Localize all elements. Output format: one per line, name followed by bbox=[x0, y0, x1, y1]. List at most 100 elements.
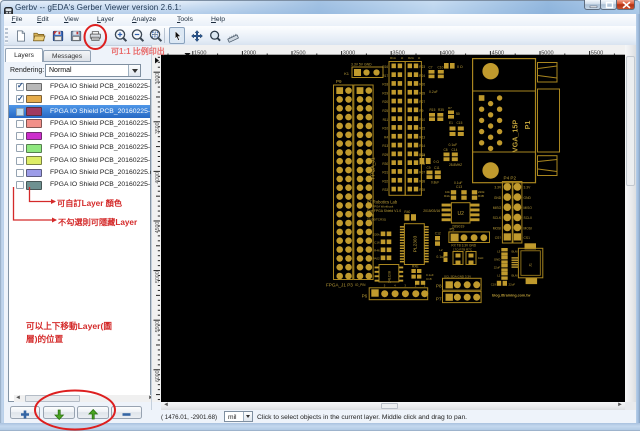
svg-text:See FPGA Shield V1.0: See FPGA Shield V1.0 bbox=[367, 209, 401, 213]
svg-text:L2: L2 bbox=[439, 248, 443, 252]
svg-text:P8: P8 bbox=[436, 284, 442, 289]
svg-text:FPGA_J1: FPGA_J1 bbox=[371, 157, 377, 179]
svg-text:0 Ω: 0 Ω bbox=[434, 160, 440, 164]
svg-text:CS1: CS1 bbox=[524, 236, 531, 240]
svg-text:R24: R24 bbox=[419, 74, 425, 78]
svg-text:R1A: R1A bbox=[390, 56, 396, 60]
svg-text:Ω: Ω bbox=[418, 56, 421, 60]
svg-text:0.1uF: 0.1uF bbox=[436, 255, 445, 259]
svg-text:R30: R30 bbox=[382, 162, 388, 166]
svg-text:P5: P5 bbox=[450, 227, 456, 232]
svg-text:C7: C7 bbox=[429, 66, 433, 70]
svg-text:R37: R37 bbox=[419, 171, 425, 175]
svg-text:R29: R29 bbox=[382, 153, 388, 157]
svg-text:P4 P2: P4 P2 bbox=[504, 176, 517, 181]
svg-text:R4: R4 bbox=[384, 135, 388, 139]
svg-text:C12: C12 bbox=[435, 232, 441, 236]
svg-text:5: 5 bbox=[384, 284, 386, 288]
svg-text:E1: E1 bbox=[449, 121, 453, 125]
svg-text:22030ITCR3Ω: 22030ITCR3Ω bbox=[367, 218, 387, 222]
svg-text:MISO: MISO bbox=[524, 206, 533, 210]
svg-text:4000: 4000 bbox=[155, 172, 161, 184]
svg-text:R4B: R4B bbox=[478, 194, 484, 198]
svg-text:L3: L3 bbox=[497, 250, 501, 254]
svg-text:R23: R23 bbox=[419, 65, 425, 69]
svg-text:R44: R44 bbox=[420, 154, 426, 158]
svg-text:blog.ittraining.com.tw: blog.ittraining.com.tw bbox=[492, 294, 530, 298]
svg-text:R20: R20 bbox=[382, 100, 388, 104]
svg-text:C19: C19 bbox=[491, 283, 497, 287]
svg-text:J1: J1 bbox=[529, 263, 533, 267]
svg-text:R31: R31 bbox=[382, 171, 388, 175]
svg-text:C8: C8 bbox=[444, 148, 448, 152]
svg-text:R40: R40 bbox=[404, 210, 410, 214]
svg-text:220k: 220k bbox=[373, 233, 380, 237]
svg-text:P6: P6 bbox=[362, 294, 368, 299]
svg-text:6000: 6000 bbox=[155, 370, 161, 382]
svg-text:SCLX: SCLX bbox=[524, 216, 533, 220]
svg-text:C10: C10 bbox=[438, 66, 444, 70]
svg-text:3500: 3500 bbox=[155, 122, 161, 134]
svg-text:C11: C11 bbox=[434, 166, 440, 170]
svg-text:R9: R9 bbox=[419, 109, 423, 113]
svg-text:4: 4 bbox=[394, 284, 396, 288]
svg-text:PA02: PA02 bbox=[373, 257, 380, 261]
svg-text:4500: 4500 bbox=[155, 222, 161, 234]
svg-text:R4A: R4A bbox=[444, 194, 450, 198]
svg-text:L1: L1 bbox=[497, 274, 501, 278]
svg-text:0.2uF: 0.2uF bbox=[429, 90, 438, 94]
svg-text:U2: U2 bbox=[457, 211, 464, 217]
svg-text:1kΩ: 1kΩ bbox=[478, 256, 484, 260]
svg-text:C9: C9 bbox=[427, 166, 431, 170]
svg-text:3: 3 bbox=[404, 284, 406, 288]
svg-text:SCL SDA GND 3.3V: SCL SDA GND 3.3V bbox=[444, 274, 471, 278]
svg-text:K1: K1 bbox=[344, 71, 350, 76]
svg-text:P1: P1 bbox=[523, 121, 532, 130]
svg-text:C18: C18 bbox=[426, 277, 432, 281]
svg-text:22uF: 22uF bbox=[494, 266, 501, 270]
svg-text:C15: C15 bbox=[457, 121, 463, 125]
svg-text:PL2303: PL2303 bbox=[413, 235, 419, 252]
svg-text:GND: GND bbox=[494, 258, 500, 262]
svg-text:22uF: 22uF bbox=[509, 283, 516, 287]
svg-text:R19: R19 bbox=[382, 91, 388, 95]
svg-text:R26: R26 bbox=[419, 83, 425, 87]
svg-text:R46: R46 bbox=[374, 249, 380, 253]
svg-text:0.1uF: 0.1uF bbox=[449, 143, 458, 147]
svg-text:1: 1 bbox=[424, 284, 426, 288]
svg-text:R7C: R7C bbox=[466, 248, 473, 252]
svg-text:C16: C16 bbox=[374, 241, 380, 245]
svg-text:5500: 5500 bbox=[155, 321, 161, 333]
svg-text:R16: R16 bbox=[382, 65, 388, 69]
svg-text:R13: R13 bbox=[419, 135, 425, 139]
svg-text:R18: R18 bbox=[382, 83, 388, 87]
svg-text:SCLK: SCLK bbox=[493, 216, 502, 220]
svg-text:FPGA_J1 P3: FPGA_J1 P3 bbox=[326, 283, 353, 288]
svg-text:50: 50 bbox=[456, 112, 460, 116]
svg-text:GND: GND bbox=[524, 196, 532, 200]
svg-text:R15: R15 bbox=[419, 127, 425, 131]
svg-text:R38: R38 bbox=[419, 179, 425, 183]
svg-text:R11: R11 bbox=[383, 118, 389, 122]
svg-text:Use FPGA Workbook: Use FPGA Workbook bbox=[367, 205, 394, 209]
svg-text:R2A: R2A bbox=[408, 56, 414, 60]
svg-text:3.3V 5V GND: 3.3V 5V GND bbox=[351, 63, 372, 67]
svg-text:R39: R39 bbox=[419, 188, 425, 192]
svg-text:R33: R33 bbox=[382, 188, 388, 192]
svg-text:R10: R10 bbox=[419, 118, 425, 122]
svg-text:C14: C14 bbox=[452, 148, 458, 152]
svg-text:P9: P9 bbox=[336, 79, 342, 84]
svg-text:MOSI: MOSI bbox=[524, 226, 533, 230]
svg-text:CS?: CS? bbox=[495, 236, 502, 240]
svg-text:3.3V: 3.3V bbox=[524, 186, 532, 190]
svg-text:BLM: BLM bbox=[512, 250, 519, 254]
svg-text:3000: 3000 bbox=[155, 73, 161, 85]
svg-text:P7: P7 bbox=[436, 297, 442, 302]
svg-text:17Ω R7B: 17Ω R7B bbox=[453, 248, 465, 252]
svg-text:R32: R32 bbox=[382, 179, 388, 183]
svg-text:MOSI: MOSI bbox=[493, 226, 502, 230]
svg-text:R13: R13 bbox=[382, 144, 388, 148]
svg-text:VGA_15P: VGA_15P bbox=[511, 120, 520, 153]
svg-text:R7: R7 bbox=[448, 106, 452, 110]
svg-text:2015/03/16: 2015/03/16 bbox=[423, 209, 440, 213]
